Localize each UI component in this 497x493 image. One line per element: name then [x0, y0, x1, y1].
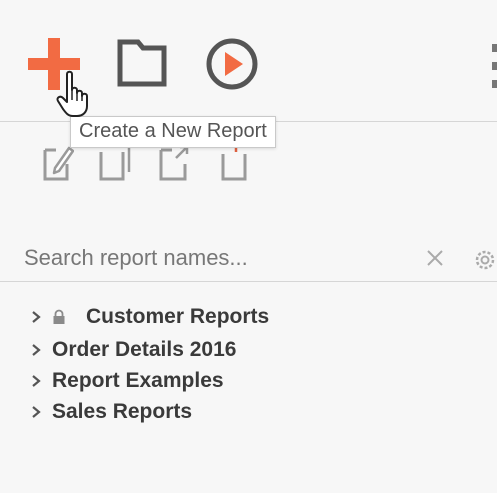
search-divider [0, 281, 497, 282]
more-options-icon[interactable] [490, 42, 497, 92]
plus-icon [28, 38, 80, 90]
search-input[interactable] [24, 243, 424, 273]
delete-icon [221, 144, 247, 181]
tree-item-label: Customer Reports [86, 305, 270, 328]
tooltip: Create a New Report [70, 116, 276, 148]
lock-icon [52, 309, 86, 325]
tree-item-sales-reports[interactable]: Sales Reports [30, 397, 192, 427]
open-folder-button[interactable] [116, 38, 168, 88]
close-icon [427, 250, 443, 266]
tree-item-report-examples[interactable]: Report Examples [30, 366, 224, 396]
search-settings-button[interactable] [472, 247, 497, 273]
run-report-button[interactable] [204, 36, 260, 92]
tree-item-customer-reports[interactable]: Customer Reports [30, 302, 269, 332]
gear-icon [475, 250, 495, 270]
report-explorer-panel: Create a New Report Search report names.… [0, 0, 497, 493]
chevron-right-icon [30, 310, 52, 324]
clear-search-button[interactable] [424, 247, 446, 269]
tree-item-label: Order Details 2016 [52, 338, 237, 361]
folder-icon [117, 39, 167, 87]
copy-report-button[interactable] [98, 144, 132, 182]
delete-report-button[interactable] [218, 144, 250, 182]
tree-item-label: Report Examples [52, 369, 224, 392]
play-circle-icon [206, 38, 258, 90]
tree-item-label: Sales Reports [52, 400, 193, 423]
edit-report-button[interactable] [42, 144, 75, 182]
add-report-button[interactable] [26, 36, 82, 92]
copy-icon [99, 144, 131, 181]
chevron-right-icon [30, 343, 52, 357]
export-icon [159, 145, 189, 181]
chevron-right-icon [30, 374, 52, 388]
export-report-button[interactable] [158, 144, 192, 182]
chevron-right-icon [30, 405, 52, 419]
tree-item-order-details-2016[interactable]: Order Details 2016 [30, 335, 236, 365]
edit-document-icon [43, 146, 75, 181]
